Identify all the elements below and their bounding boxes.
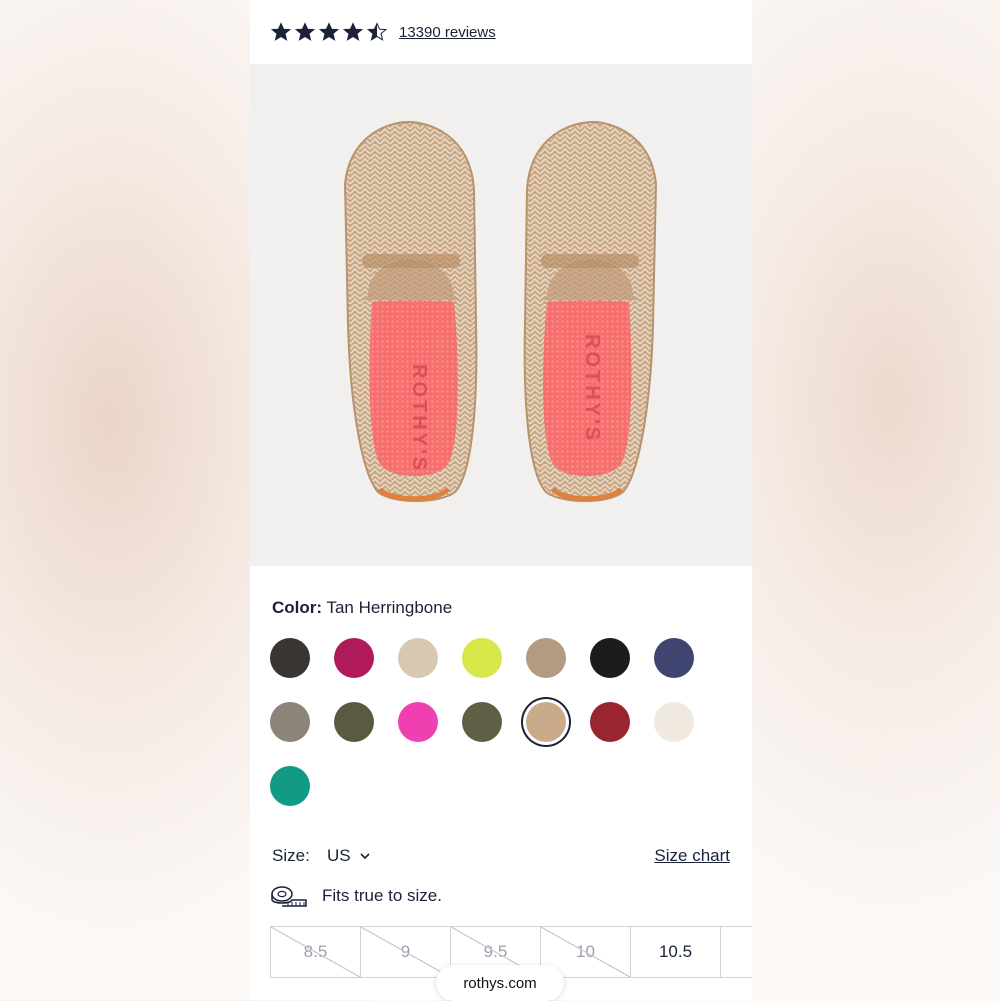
star-icon: [295, 22, 315, 41]
color-swatch-navy[interactable]: [654, 638, 694, 678]
product-page: 13390 reviews ROTHY'S ROTHY'S Color: Tan…: [250, 0, 752, 1000]
size-option[interactable]: 8.5: [270, 926, 361, 978]
color-swatch-leopard[interactable]: [270, 638, 310, 678]
color-value: Tan Herringbone: [326, 598, 453, 617]
size-label: Size:: [272, 846, 310, 865]
background-left: [0, 0, 250, 1000]
size-chart-link[interactable]: Size chart: [654, 846, 730, 866]
size-unit-dropdown[interactable]: US: [327, 846, 371, 866]
left-shoe: ROTHY'S: [343, 120, 478, 502]
fit-row: Fits true to size.: [270, 884, 442, 908]
color-swatch-raspberry[interactable]: [334, 638, 374, 678]
color-swatch-cream[interactable]: [654, 702, 694, 742]
color-swatch-grey-herringbone[interactable]: [270, 702, 310, 742]
product-image[interactable]: ROTHY'S ROTHY'S: [250, 64, 752, 566]
tape-measure-icon: [271, 886, 307, 907]
color-swatch-teal[interactable]: [270, 766, 310, 806]
color-swatch-tan-herringbone[interactable]: [526, 702, 566, 742]
background-right: [750, 0, 1000, 1000]
loafers-illustration: ROTHY'S ROTHY'S: [343, 120, 658, 502]
url-text: rothys.com: [463, 974, 537, 992]
color-label-key: Color:: [272, 598, 323, 617]
fit-text: Fits true to size.: [322, 886, 442, 905]
star-icon: [319, 22, 339, 41]
rating-row: 13390 reviews: [271, 20, 496, 44]
color-swatch-olive[interactable]: [334, 702, 374, 742]
chevron-down-icon: [360, 853, 370, 860]
color-swatch-beige[interactable]: [398, 638, 438, 678]
url-bar[interactable]: rothys.com: [436, 965, 564, 1001]
left-insole-logo: ROTHY'S: [408, 364, 430, 473]
color-swatch-tan-weave[interactable]: [526, 638, 566, 678]
color-swatch-lime[interactable]: [462, 638, 502, 678]
color-label: Color: Tan Herringbone: [272, 598, 452, 618]
right-shoe: ROTHY'S: [523, 120, 658, 502]
reviews-link[interactable]: 13390 reviews: [399, 24, 496, 41]
color-swatch-camo[interactable]: [462, 702, 502, 742]
color-swatch-pink[interactable]: [398, 702, 438, 742]
star-icon: [271, 22, 291, 41]
size-unit-value: US: [327, 846, 351, 865]
size-option[interactable]: 9: [360, 926, 451, 978]
size-option[interactable]: 10.5: [630, 926, 721, 978]
size-option[interactable]: [720, 926, 752, 978]
color-swatch-black[interactable]: [590, 638, 630, 678]
star-rating: [271, 22, 387, 42]
star-icon: [343, 22, 363, 41]
right-insole-logo: ROTHY'S: [581, 334, 603, 443]
color-swatch-crimson[interactable]: [590, 702, 630, 742]
size-row: Size: US Size chart: [272, 846, 730, 868]
star-icon: [367, 22, 387, 41]
